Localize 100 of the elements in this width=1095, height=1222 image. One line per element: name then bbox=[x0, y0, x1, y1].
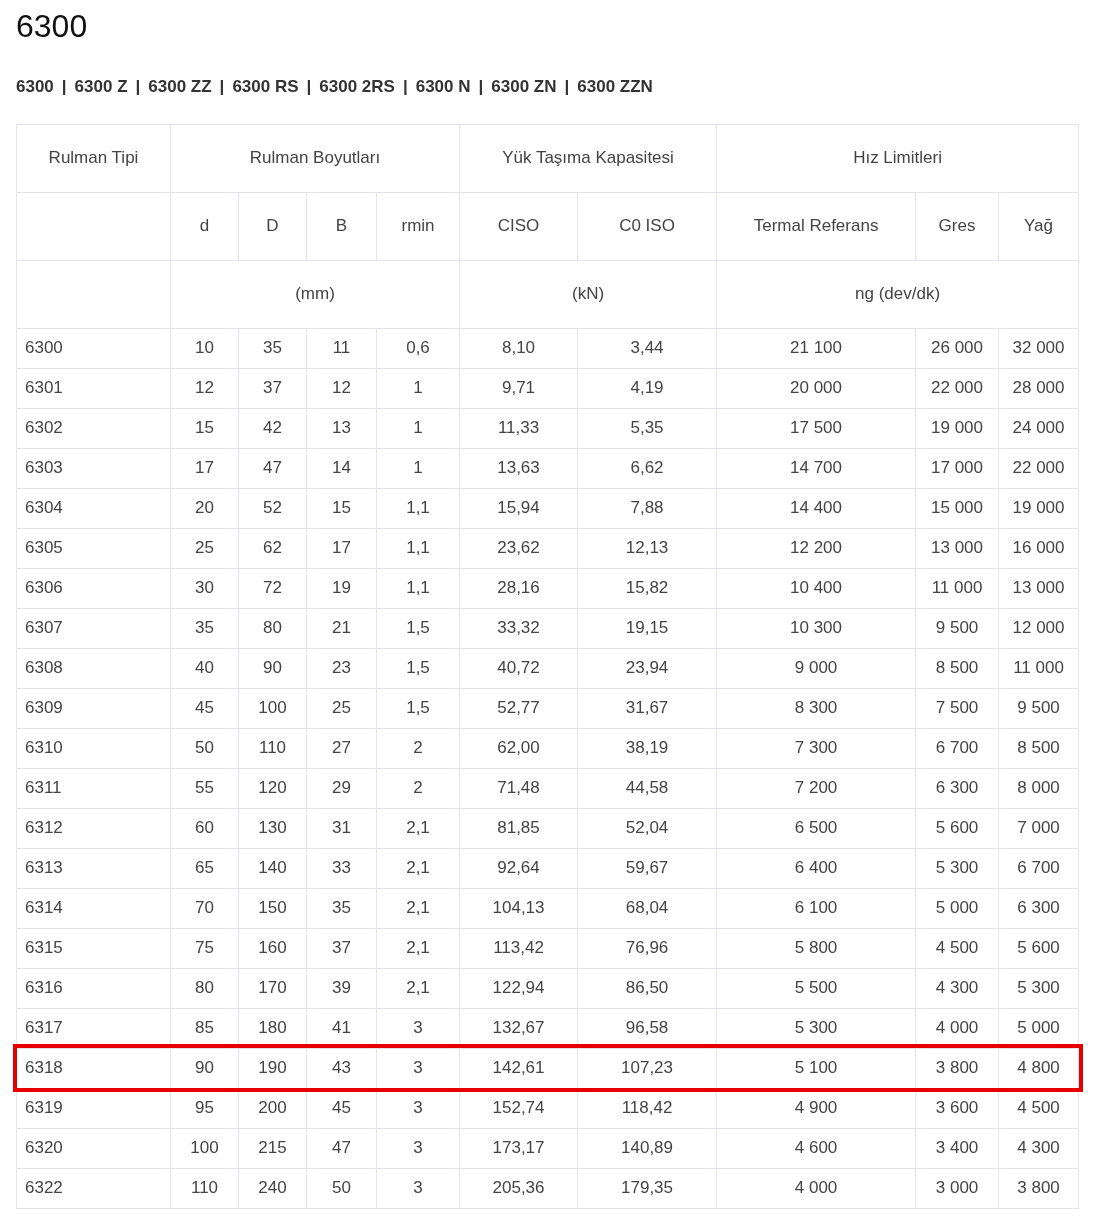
table-cell: 100 bbox=[170, 1128, 239, 1168]
variant-link[interactable]: 6300 ZZ bbox=[148, 74, 212, 100]
table-cell: 1 bbox=[376, 368, 460, 408]
table-cell: 23,62 bbox=[459, 528, 578, 568]
table-cell: 5 800 bbox=[716, 928, 916, 968]
table-cell: 150 bbox=[238, 888, 307, 928]
table-cell: 6 300 bbox=[915, 768, 999, 808]
table-cell: 140 bbox=[238, 848, 307, 888]
table-cell: 12,13 bbox=[577, 528, 717, 568]
table-cell: 44,58 bbox=[577, 768, 717, 808]
table-cell: 6322 bbox=[16, 1168, 171, 1208]
table-cell: 240 bbox=[238, 1168, 307, 1208]
table-cell: 3 800 bbox=[998, 1168, 1079, 1208]
table-cell: 8 000 bbox=[998, 768, 1079, 808]
table-cell: 25 bbox=[306, 688, 377, 728]
table-cell: 130 bbox=[238, 808, 307, 848]
table-cell: 20 000 bbox=[716, 368, 916, 408]
variant-link[interactable]: 6300 bbox=[16, 74, 54, 100]
column-header: Yağ bbox=[998, 192, 1079, 260]
table-cell: 37 bbox=[306, 928, 377, 968]
unit-header: ng (dev/dk) bbox=[716, 260, 1079, 328]
column-header: Gres bbox=[915, 192, 999, 260]
table-cell: 55 bbox=[170, 768, 239, 808]
table-cell: 14 400 bbox=[716, 488, 916, 528]
table-cell: 39 bbox=[306, 968, 377, 1008]
column-header: C0 ISO bbox=[577, 192, 717, 260]
table-cell: 12 bbox=[306, 368, 377, 408]
table-cell: 35 bbox=[238, 328, 307, 368]
column-header: B bbox=[306, 192, 377, 260]
variant-link[interactable]: 6300 N bbox=[415, 74, 471, 100]
table-cell: 3 bbox=[376, 1008, 460, 1048]
table-cell: 35 bbox=[306, 888, 377, 928]
table-cell: 1,1 bbox=[376, 568, 460, 608]
table-cell: 31 bbox=[306, 808, 377, 848]
table-cell: 4 000 bbox=[915, 1008, 999, 1048]
table-cell: 179,35 bbox=[577, 1168, 717, 1208]
variant-link[interactable]: 6300 ZZN bbox=[577, 74, 653, 100]
column-header: Hız Limitleri bbox=[716, 124, 1079, 192]
table-cell: 3 bbox=[376, 1128, 460, 1168]
table-cell: 3 000 bbox=[915, 1168, 999, 1208]
table-cell: 17 bbox=[170, 448, 239, 488]
table-cell: 15 bbox=[306, 488, 377, 528]
table-cell: 6316 bbox=[16, 968, 171, 1008]
column-header: d bbox=[170, 192, 239, 260]
table-cell: 19 bbox=[306, 568, 377, 608]
table-cell: 35 bbox=[170, 608, 239, 648]
table-cell: 15,82 bbox=[577, 568, 717, 608]
table-cell: 12 000 bbox=[998, 608, 1079, 648]
table-cell: 24 000 bbox=[998, 408, 1079, 448]
table-cell: 80 bbox=[238, 608, 307, 648]
table-cell: 17 bbox=[306, 528, 377, 568]
table-cell: 6 500 bbox=[716, 808, 916, 848]
table-cell: 62,00 bbox=[459, 728, 578, 768]
table-cell: 15 bbox=[170, 408, 239, 448]
table-cell: 30 bbox=[170, 568, 239, 608]
table-cell: 6313 bbox=[16, 848, 171, 888]
table-cell: 120 bbox=[238, 768, 307, 808]
table-cell: 6311 bbox=[16, 768, 171, 808]
table-cell: 1,5 bbox=[376, 608, 460, 648]
table-cell: 14 bbox=[306, 448, 377, 488]
table-cell: 3 bbox=[376, 1168, 460, 1208]
table-cell: 5 000 bbox=[998, 1008, 1079, 1048]
table-cell: 76,96 bbox=[577, 928, 717, 968]
table-cell: 11 000 bbox=[915, 568, 999, 608]
table-cell: 113,42 bbox=[459, 928, 578, 968]
variant-link[interactable]: 6300 RS bbox=[232, 74, 299, 100]
table-cell: 13 000 bbox=[998, 568, 1079, 608]
table-cell: 6,62 bbox=[577, 448, 717, 488]
table-cell: 21 100 bbox=[716, 328, 916, 368]
table-cell: 7 000 bbox=[998, 808, 1079, 848]
table-cell: 85 bbox=[170, 1008, 239, 1048]
table-cell: 45 bbox=[170, 688, 239, 728]
table-cell: 29 bbox=[306, 768, 377, 808]
table-cell: 41 bbox=[306, 1008, 377, 1048]
variant-link[interactable]: 6300 Z bbox=[74, 74, 128, 100]
variant-link[interactable]: 6300 2RS bbox=[319, 74, 395, 100]
table-cell: 6301 bbox=[16, 368, 171, 408]
page-title: 6300 bbox=[16, 7, 89, 46]
table-cell: 10 400 bbox=[716, 568, 916, 608]
variant-link[interactable]: 6300 ZN bbox=[491, 74, 557, 100]
table-cell: 5 600 bbox=[998, 928, 1079, 968]
table-cell: 1,1 bbox=[376, 488, 460, 528]
table-cell: 28,16 bbox=[459, 568, 578, 608]
table-cell: 25 bbox=[170, 528, 239, 568]
table-cell: 96,58 bbox=[577, 1008, 717, 1048]
table-cell: 7,88 bbox=[577, 488, 717, 528]
separator: | bbox=[478, 76, 484, 98]
table-cell: 6314 bbox=[16, 888, 171, 928]
table-cell: 17 500 bbox=[716, 408, 916, 448]
column-header: Rulman Tipi bbox=[16, 124, 171, 192]
table-cell: 6317 bbox=[16, 1008, 171, 1048]
column-header: rmin bbox=[376, 192, 460, 260]
table-cell: 15,94 bbox=[459, 488, 578, 528]
table-cell: 3 400 bbox=[915, 1128, 999, 1168]
table-cell: 6303 bbox=[16, 448, 171, 488]
table-cell: 42 bbox=[238, 408, 307, 448]
table-cell: 10 300 bbox=[716, 608, 916, 648]
table-cell: 140,89 bbox=[577, 1128, 717, 1168]
table-cell: 11 bbox=[306, 328, 377, 368]
table-cell: 65 bbox=[170, 848, 239, 888]
